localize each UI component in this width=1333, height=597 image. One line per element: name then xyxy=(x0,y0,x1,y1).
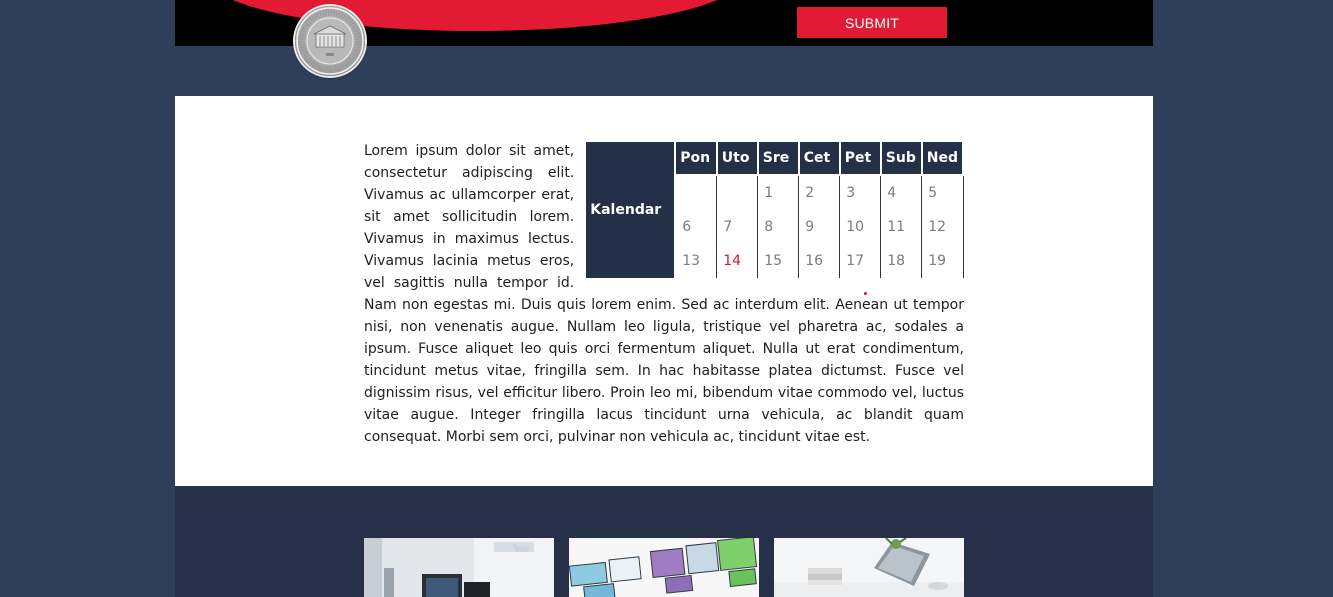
gallery-thumbnail-sticky-notes[interactable] xyxy=(569,538,759,597)
calendar-day[interactable]: 6 xyxy=(675,210,718,244)
calendar-day-header: Cet xyxy=(797,142,841,176)
page: SUBMIT Kalendar Pon Uto Sre Cet Pet Sub … xyxy=(0,0,1333,597)
calendar-day[interactable]: 10 xyxy=(839,210,882,244)
submit-button[interactable]: SUBMIT xyxy=(797,7,947,38)
calendar-day-empty xyxy=(675,175,718,210)
red-dot-marker xyxy=(864,292,867,295)
calendar-day[interactable]: 19 xyxy=(921,244,964,278)
calendar-day[interactable]: 16 xyxy=(798,244,841,278)
calendar-day[interactable]: 2 xyxy=(798,175,841,210)
calendar-day-header: Ned xyxy=(920,142,965,176)
calendar-day-header: Pet xyxy=(838,142,882,176)
calendar-day[interactable]: 5 xyxy=(921,175,964,210)
calendar-day[interactable]: 12 xyxy=(921,210,964,244)
workspace-desk-photo-icon xyxy=(364,538,554,597)
article: Kalendar Pon Uto Sre Cet Pet Sub Ned 1 2 xyxy=(364,140,965,448)
calendar-day[interactable]: 11 xyxy=(880,210,923,244)
calendar-day[interactable]: 7 xyxy=(716,210,759,244)
gallery-thumbnail-laptop[interactable] xyxy=(774,538,964,597)
main-content: Kalendar Pon Uto Sre Cet Pet Sub Ned 1 2 xyxy=(175,96,1153,486)
calendar-day[interactable]: 15 xyxy=(757,244,800,278)
header-arc-decoration xyxy=(205,0,745,31)
calendar-day[interactable]: 9 xyxy=(798,210,841,244)
calendar-day-header: Sub xyxy=(879,142,923,176)
gallery-section xyxy=(175,486,1153,597)
calendar-day[interactable]: 3 xyxy=(839,175,882,210)
calendar-widget: Kalendar Pon Uto Sre Cet Pet Sub Ned 1 2 xyxy=(586,142,965,278)
calendar-day[interactable]: 1 xyxy=(757,175,800,210)
calendar-day-header: Pon xyxy=(674,142,718,176)
gallery-thumbnail-workspace[interactable] xyxy=(364,538,554,597)
calendar-title: Kalendar xyxy=(586,142,677,278)
calendar-day-header: Sre xyxy=(756,142,800,176)
calendar-day-empty xyxy=(716,175,759,210)
calendar-table: Kalendar Pon Uto Sre Cet Pet Sub Ned 1 2 xyxy=(586,142,965,278)
calendar-day-today[interactable]: 14 xyxy=(716,244,759,278)
calendar-header-row: Kalendar Pon Uto Sre Cet Pet Sub Ned xyxy=(586,142,965,278)
calendar-day[interactable]: 4 xyxy=(880,175,923,210)
sticky-notes-photo-icon xyxy=(569,538,759,597)
laptop-desk-photo-icon xyxy=(774,538,964,597)
calendar-day[interactable]: 18 xyxy=(880,244,923,278)
calendar-day[interactable]: 13 xyxy=(675,244,718,278)
calendar-day[interactable]: 8 xyxy=(757,210,800,244)
university-seal-logo-icon[interactable] xyxy=(295,6,365,76)
calendar-day-header: Uto xyxy=(715,142,759,176)
calendar-day[interactable]: 17 xyxy=(839,244,882,278)
header-bar: SUBMIT xyxy=(175,0,1153,76)
